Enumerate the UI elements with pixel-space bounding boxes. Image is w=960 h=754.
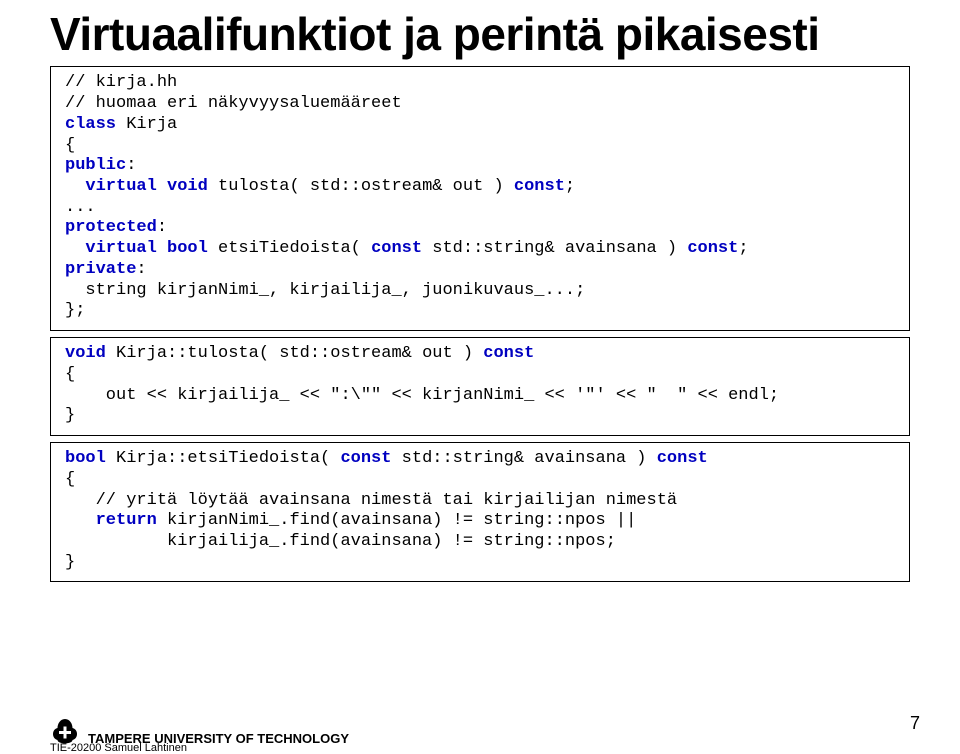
keyword: void (65, 344, 106, 363)
page-number: 7 (910, 713, 920, 734)
code-block-1: // kirja.hh // huomaa eri näkyvyysaluemä… (50, 66, 910, 331)
code-text: Kirja (116, 115, 177, 134)
keyword: virtual bool (65, 239, 208, 258)
code-block-3: bool Kirja::etsiTiedoista( const std::st… (50, 442, 910, 582)
keyword: const (687, 239, 738, 258)
code-text: Kirja::tulosta( std::ostream& out ) (106, 344, 483, 363)
keyword: const (514, 177, 565, 196)
keyword: const (657, 449, 708, 468)
slide-title: Virtuaalifunktiot ja perintä pikaisesti (50, 10, 910, 58)
keyword: const (483, 344, 534, 363)
keyword: protected (65, 218, 157, 237)
code-line: out << kirjailija_ << ":\"" << kirjanNim… (65, 386, 779, 405)
code-text: ; (738, 239, 748, 258)
keyword: bool (65, 449, 106, 468)
code-text: kirjanNimi_.find(avainsana) != string::n… (157, 511, 636, 530)
code-text: std::string& avainsana ) (391, 449, 656, 468)
keyword: const (371, 239, 422, 258)
code-line: } (65, 553, 75, 572)
keyword: class (65, 115, 116, 134)
code-line: // yritä löytää avainsana nimestä tai ki… (65, 491, 677, 510)
keyword: public (65, 156, 126, 175)
code-line: kirjailija_.find(avainsana) != string::n… (65, 532, 616, 551)
keyword: const (340, 449, 391, 468)
keyword: return (65, 511, 157, 530)
code-text: std::string& avainsana ) (422, 239, 687, 258)
keyword: virtual void (65, 177, 208, 196)
code-block-2: void Kirja::tulosta( std::ostream& out )… (50, 337, 910, 436)
code-line: { (65, 136, 75, 155)
course-label: TIE-20200 Samuel Lahtinen (50, 742, 187, 754)
code-line: // huomaa eri näkyvyysaluemääreet (65, 94, 402, 113)
code-text: tulosta( std::ostream& out ) (208, 177, 514, 196)
code-line: } (65, 406, 75, 425)
code-line: }; (65, 301, 85, 320)
code-line: // kirja.hh (65, 73, 177, 92)
code-text: : (157, 218, 167, 237)
code-text: : (126, 156, 136, 175)
code-line: { (65, 365, 75, 384)
code-line: ... (65, 198, 96, 217)
keyword: private (65, 260, 136, 279)
code-text: Kirja::etsiTiedoista( (106, 449, 341, 468)
code-text: : (136, 260, 146, 279)
code-text: etsiTiedoista( (208, 239, 371, 258)
code-text: ; (565, 177, 575, 196)
code-line: string kirjanNimi_, kirjailija_, juoniku… (65, 281, 585, 300)
code-line: { (65, 470, 75, 489)
